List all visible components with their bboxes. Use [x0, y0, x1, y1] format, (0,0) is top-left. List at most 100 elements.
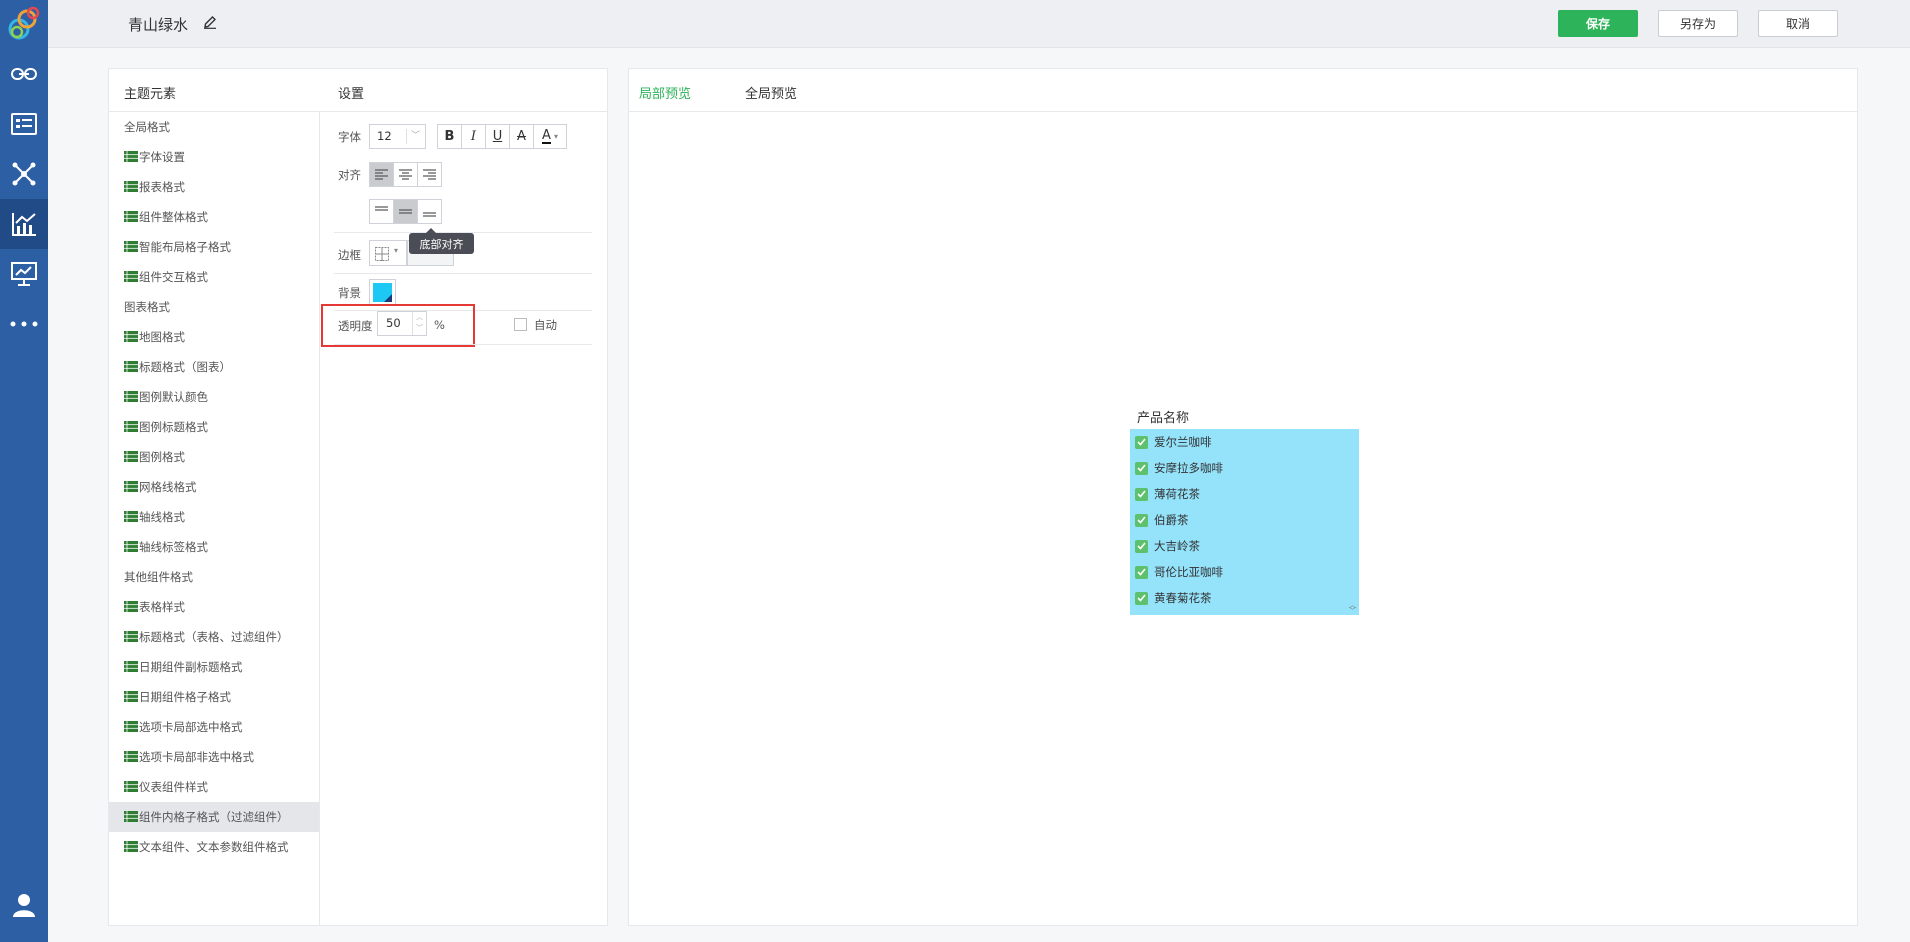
element-item[interactable]: 网格线格式 — [109, 472, 319, 502]
highlight-box — [321, 304, 475, 347]
theme-name: 青山绿水 — [128, 16, 189, 34]
link-icon[interactable] — [0, 49, 48, 99]
user-icon[interactable] — [0, 880, 48, 930]
element-item[interactable]: 轴线格式 — [109, 502, 319, 532]
save-button[interactable]: 保存 — [1558, 10, 1638, 37]
element-label: 图表格式 — [124, 300, 170, 314]
table-grid-icon — [124, 181, 138, 192]
swatch-corner — [384, 294, 392, 302]
element-item[interactable]: 地图格式 — [109, 322, 319, 352]
element-label: 组件整体格式 — [139, 210, 208, 224]
edit-pencil-icon[interactable] — [203, 15, 217, 32]
element-category[interactable]: 全局格式 — [109, 112, 319, 142]
element-item[interactable]: 表格样式 — [109, 592, 319, 622]
italic-button[interactable]: I — [461, 124, 486, 149]
border-style-select[interactable]: ▾ — [369, 240, 407, 266]
element-label: 智能布局格子格式 — [139, 240, 231, 254]
checkmark-icon[interactable] — [1135, 539, 1148, 553]
app-logo[interactable] — [0, 0, 48, 48]
element-item[interactable]: 字体设置 — [109, 142, 319, 172]
checkmark-icon[interactable] — [1135, 435, 1148, 449]
element-label: 图例标题格式 — [139, 420, 208, 434]
table-grid-icon — [124, 631, 138, 642]
element-item[interactable]: 组件内格子格式（过滤组件） — [109, 802, 319, 832]
checkmark-icon[interactable] — [1135, 591, 1148, 605]
valign-bottom-button[interactable] — [417, 199, 442, 224]
background-color-picker[interactable] — [369, 279, 396, 306]
element-item[interactable]: 图例标题格式 — [109, 412, 319, 442]
save-as-button[interactable]: 另存为 — [1658, 10, 1738, 37]
element-label: 字体设置 — [139, 150, 185, 164]
element-item[interactable]: 仪表组件样式 — [109, 772, 319, 802]
data-model-icon[interactable] — [0, 149, 48, 199]
checkmark-icon[interactable] — [1135, 565, 1148, 579]
divider — [334, 344, 592, 345]
element-item[interactable]: 组件整体格式 — [109, 202, 319, 232]
underline-button[interactable]: U — [485, 124, 510, 149]
more-icon[interactable] — [0, 299, 48, 349]
element-item[interactable]: 标题格式（图表） — [109, 352, 319, 382]
analysis-chart-icon[interactable] — [0, 199, 48, 249]
element-category[interactable]: 其他组件格式 — [109, 562, 319, 592]
align-right-button[interactable] — [417, 162, 442, 187]
dashboard-icon[interactable] — [0, 249, 48, 299]
strikethrough-button[interactable]: A — [509, 124, 534, 149]
element-category[interactable]: 图表格式 — [109, 292, 319, 322]
checkmark-icon[interactable] — [1135, 461, 1148, 475]
filter-option[interactable]: 安摩拉多咖啡 — [1135, 455, 1223, 481]
element-label: 其他组件格式 — [124, 570, 193, 584]
resize-handle-icon[interactable]: ︿ ﹀ — [1349, 602, 1356, 615]
element-item[interactable]: 选项卡局部选中格式 — [109, 712, 319, 742]
filter-option-label: 安摩拉多咖啡 — [1154, 461, 1223, 475]
element-item[interactable]: 图例格式 — [109, 442, 319, 472]
element-item[interactable]: 轴线标签格式 — [109, 532, 319, 562]
elements-header: 主题元素 — [124, 87, 177, 102]
chevron-down-icon: ▾ — [394, 246, 399, 255]
filter-component: ︿ ﹀ 爱尔兰咖啡安摩拉多咖啡薄荷花茶 伯爵茶 大吉岭茶 哥伦比亚咖啡 黄春菊花茶 — [1130, 429, 1359, 615]
element-item[interactable]: 图例默认颜色 — [109, 382, 319, 412]
tab-global-preview[interactable]: 全局预览 — [745, 83, 797, 102]
filter-option[interactable]: 薄荷花茶 — [1135, 481, 1200, 507]
element-item[interactable]: 日期组件副标题格式 — [109, 652, 319, 682]
filter-option[interactable]: 哥伦比亚咖啡 — [1135, 559, 1223, 585]
font-size-select[interactable]: 12 ﹀ — [369, 124, 426, 149]
color-swatch — [373, 283, 392, 302]
element-item[interactable]: 标题格式（表格、过滤组件） — [109, 622, 319, 652]
element-item[interactable]: 日期组件格子格式 — [109, 682, 319, 712]
element-label: 轴线格式 — [139, 510, 185, 524]
cancel-button[interactable]: 取消 — [1758, 10, 1838, 37]
element-item[interactable]: 选项卡局部非选中格式 — [109, 742, 319, 772]
checkmark-icon[interactable] — [1135, 487, 1148, 501]
filter-option[interactable]: 爱尔兰咖啡 — [1135, 429, 1212, 455]
valign-top-button[interactable] — [369, 199, 394, 224]
element-label: 选项卡局部选中格式 — [139, 720, 243, 734]
tooltip: 底部对齐 — [409, 233, 474, 254]
table-grid-icon — [124, 151, 138, 162]
table-grid-icon — [124, 271, 138, 282]
element-item[interactable]: 文本组件、文本参数组件格式 — [109, 832, 319, 862]
font-color-button[interactable]: A ▾ — [533, 124, 567, 149]
font-label: 字体 — [338, 130, 361, 144]
align-center-button[interactable] — [393, 162, 418, 187]
report-list-icon[interactable] — [0, 99, 48, 149]
table-grid-icon — [124, 361, 138, 372]
valign-middle-button[interactable] — [393, 199, 418, 224]
element-label: 组件内格子格式（过滤组件） — [139, 810, 289, 824]
table-grid-icon — [124, 721, 138, 732]
bold-button[interactable]: B — [437, 124, 462, 149]
auto-checkbox[interactable] — [514, 318, 527, 331]
element-item[interactable]: 智能布局格子格式 — [109, 232, 319, 262]
tab-local-preview[interactable]: 局部预览 — [639, 83, 691, 102]
table-grid-icon — [124, 691, 138, 702]
table-grid-icon — [124, 451, 138, 462]
element-item[interactable]: 组件交互格式 — [109, 262, 319, 292]
align-left-button[interactable] — [369, 162, 394, 187]
checkmark-icon[interactable] — [1135, 513, 1148, 527]
filter-option[interactable]: 伯爵茶 — [1135, 507, 1189, 533]
settings-pane: 字体 12 ﹀ B I U A A ▾ 对齐 边框 ▾ 底部对齐 背景 透明度 … — [321, 112, 609, 925]
filter-option[interactable]: 黄春菊花茶 — [1135, 585, 1212, 611]
table-grid-icon — [124, 511, 138, 522]
filter-option[interactable]: 大吉岭茶 — [1135, 533, 1200, 559]
element-label: 报表格式 — [139, 180, 185, 194]
element-item[interactable]: 报表格式 — [109, 172, 319, 202]
